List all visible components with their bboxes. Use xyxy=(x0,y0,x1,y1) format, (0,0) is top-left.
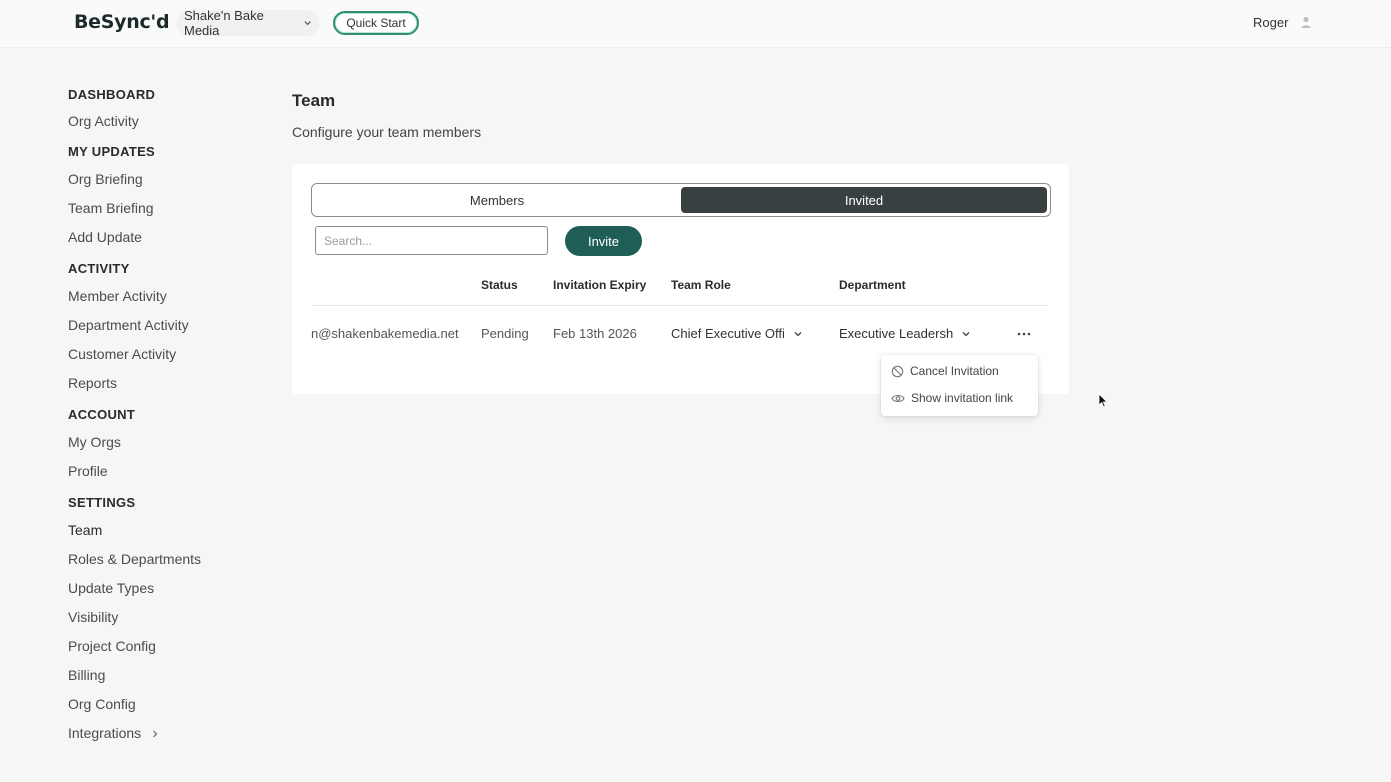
sidebar-nav: DASHBOARD Org Activity MY UPDATES Org Br… xyxy=(68,86,268,748)
menu-item-cancel-invitation[interactable]: Cancel Invitation xyxy=(891,362,999,380)
nav-item-profile[interactable]: Profile xyxy=(68,457,268,486)
department-value: Executive Leadersh xyxy=(839,326,954,341)
user-name[interactable]: Roger xyxy=(1253,15,1288,30)
nav-item-billing[interactable]: Billing xyxy=(68,661,268,690)
ban-icon xyxy=(891,365,904,377)
nav-heading-activity: ACTIVITY xyxy=(68,261,130,276)
column-header-status: Status xyxy=(481,278,518,292)
department-select[interactable]: Executive Leadersh xyxy=(839,326,971,341)
app-logo[interactable]: BeSync'd xyxy=(74,11,170,33)
nav-item-reports[interactable]: Reports xyxy=(68,369,268,398)
nav-heading-my-updates: MY UPDATES xyxy=(68,144,156,159)
table-divider xyxy=(311,305,1049,306)
menu-item-show-invitation-link[interactable]: Show invitation link xyxy=(891,389,1013,407)
top-bar: BeSync'd Shake'n Bake Media Quick Start … xyxy=(0,0,1391,48)
search-input[interactable] xyxy=(315,226,548,255)
column-header-department: Department xyxy=(839,278,906,292)
tab-invited[interactable]: Invited xyxy=(681,187,1047,213)
tab-switcher: Members Invited xyxy=(311,183,1051,217)
nav-item-team[interactable]: Team xyxy=(68,516,268,545)
status-badge: Pending xyxy=(481,326,529,341)
nav-item-department-activity[interactable]: Department Activity xyxy=(68,311,268,340)
team-role-select[interactable]: Chief Executive Offi xyxy=(671,326,803,341)
nav-item-roles-departments[interactable]: Roles & Departments xyxy=(68,545,268,574)
invite-email: n@shakenbakemedia.net xyxy=(311,326,459,341)
column-header-role: Team Role xyxy=(671,278,731,292)
menu-item-show-link-label: Show invitation link xyxy=(911,391,1014,405)
eye-icon xyxy=(891,394,905,402)
tab-members[interactable]: Members xyxy=(316,187,678,213)
org-selector[interactable]: Shake'n Bake Media xyxy=(176,8,320,38)
nav-item-org-briefing[interactable]: Org Briefing xyxy=(68,165,268,194)
nav-item-add-update[interactable]: Add Update xyxy=(68,223,268,252)
page-subtitle: Configure your team members xyxy=(292,124,482,140)
invite-button[interactable]: Invite xyxy=(565,226,642,256)
user-icon[interactable] xyxy=(1299,15,1313,30)
nav-item-team-briefing[interactable]: Team Briefing xyxy=(68,194,268,223)
nav-item-update-types[interactable]: Update Types xyxy=(68,574,268,603)
nav-item-project-config[interactable]: Project Config xyxy=(68,632,268,661)
mouse-cursor-icon xyxy=(1098,393,1108,408)
nav-item-integrations[interactable]: Integrations xyxy=(68,719,268,748)
invite-expiry: Feb 13th 2026 xyxy=(553,326,637,341)
menu-item-cancel-label: Cancel Invitation xyxy=(910,364,999,378)
nav-item-customer-activity[interactable]: Customer Activity xyxy=(68,340,268,369)
nav-item-member-activity[interactable]: Member Activity xyxy=(68,282,268,311)
column-header-expiry: Invitation Expiry xyxy=(553,278,647,292)
chevron-down-icon xyxy=(962,331,970,336)
nav-item-visibility[interactable]: Visibility xyxy=(68,603,268,632)
nav-item-org-config[interactable]: Org Config xyxy=(68,690,268,719)
nav-heading-account: ACCOUNT xyxy=(68,407,136,422)
chevron-down-icon xyxy=(794,331,802,336)
nav-heading-settings: SETTINGS xyxy=(68,495,136,510)
page-title: Team xyxy=(292,91,336,110)
more-options-icon[interactable] xyxy=(1016,327,1032,341)
nav-item-org-activity[interactable]: Org Activity xyxy=(68,107,268,136)
chevron-down-icon xyxy=(304,21,311,26)
nav-item-integrations-label: Integrations xyxy=(68,725,142,741)
nav-item-my-orgs[interactable]: My Orgs xyxy=(68,428,268,457)
team-role-value: Chief Executive Offi xyxy=(671,326,785,341)
row-actions-menu: Cancel Invitation Show invitation link xyxy=(881,355,1038,416)
org-selector-label: Shake'n Bake Media xyxy=(184,8,264,38)
chevron-right-icon xyxy=(153,730,158,737)
nav-heading-dashboard: DASHBOARD xyxy=(68,87,156,102)
quick-start-button[interactable]: Quick Start xyxy=(333,11,419,35)
